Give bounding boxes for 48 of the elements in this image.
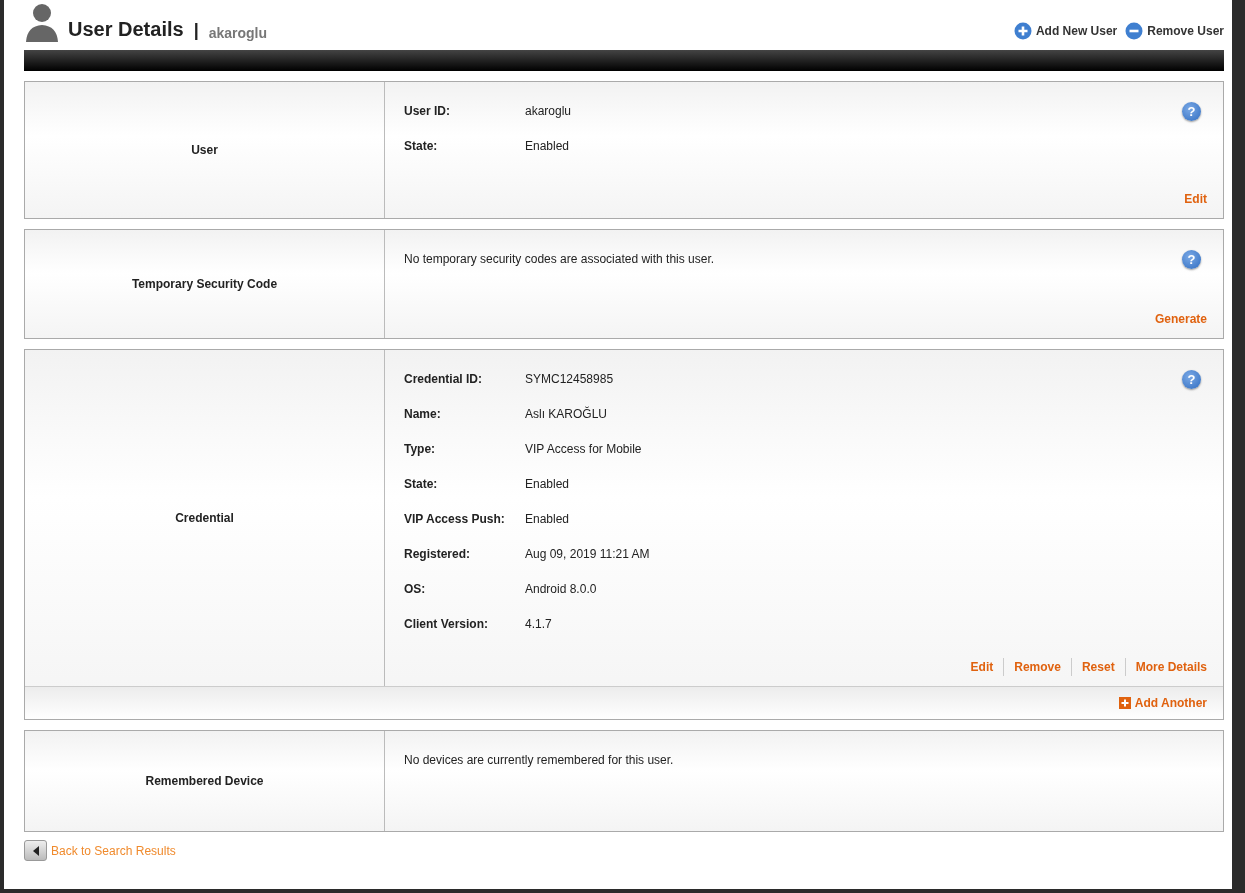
field-label: Name:	[404, 406, 442, 423]
header-action-link[interactable]: Add New User	[1013, 22, 1118, 40]
person-silhouette-icon	[24, 2, 60, 44]
back-button[interactable]	[24, 840, 47, 861]
field-value: akaroglu	[525, 103, 572, 120]
minus-circle-icon	[1125, 22, 1144, 40]
add-another-link[interactable]: Add Another	[1118, 694, 1207, 712]
field-label: Registered:	[404, 546, 472, 563]
header-action-link[interactable]: Remove User	[1125, 22, 1224, 40]
section-message: No devices are currently remembered for this user.	[404, 752, 674, 769]
action-link[interactable]: Remove	[1003, 658, 1071, 676]
action-link[interactable]: More Details	[1124, 658, 1207, 676]
plus-square-icon	[1118, 697, 1131, 709]
field-label: State:	[404, 138, 439, 155]
field-label: User ID:	[404, 103, 451, 120]
section-label: Remembered Device	[145, 773, 264, 790]
section-message: No temporary security codes are associated with this user.	[404, 251, 715, 268]
field-label: VIP Access Push:	[404, 511, 506, 528]
field-label: OS:	[404, 581, 427, 598]
help-button[interactable]: ?	[1182, 370, 1201, 389]
field-label: Credential ID:	[404, 371, 483, 388]
action-link[interactable]: Reset	[1070, 658, 1125, 676]
help-button[interactable]: ?	[1182, 250, 1201, 269]
field-value: SYMC12458985	[525, 371, 614, 388]
field-value: Enabled	[525, 138, 570, 155]
field-value: Aug 09, 2019 11:21 AM	[525, 546, 650, 563]
field-label: Type:	[404, 441, 437, 458]
action-link[interactable]: Edit	[1174, 190, 1207, 208]
field-value: 4.1.7	[525, 616, 552, 633]
action-link[interactable]: Edit	[960, 658, 1004, 676]
section-label: User	[191, 142, 218, 159]
action-link[interactable]: Generate	[1144, 310, 1207, 328]
page-title: User Details	[68, 17, 184, 42]
help-button[interactable]: ?	[1182, 102, 1201, 121]
section-label: Temporary Security Code	[131, 276, 278, 293]
title-separator: |	[193, 19, 199, 42]
field-label: Client Version:	[404, 616, 490, 633]
field-value: VIP Access for Mobile	[525, 441, 642, 458]
plus-circle-icon	[1013, 22, 1032, 40]
field-label: State:	[404, 476, 439, 493]
username-label: akaroglu	[208, 24, 268, 43]
back-link[interactable]: Back to Search Results	[51, 841, 176, 860]
field-value: Enabled	[525, 476, 570, 493]
field-value: Aslı KAROĞLU	[525, 405, 608, 423]
left-triangle-icon	[31, 845, 40, 856]
field-value: Enabled	[525, 511, 570, 528]
section-label: Credential	[175, 510, 234, 527]
field-value: Android 8.0.0	[525, 581, 597, 598]
